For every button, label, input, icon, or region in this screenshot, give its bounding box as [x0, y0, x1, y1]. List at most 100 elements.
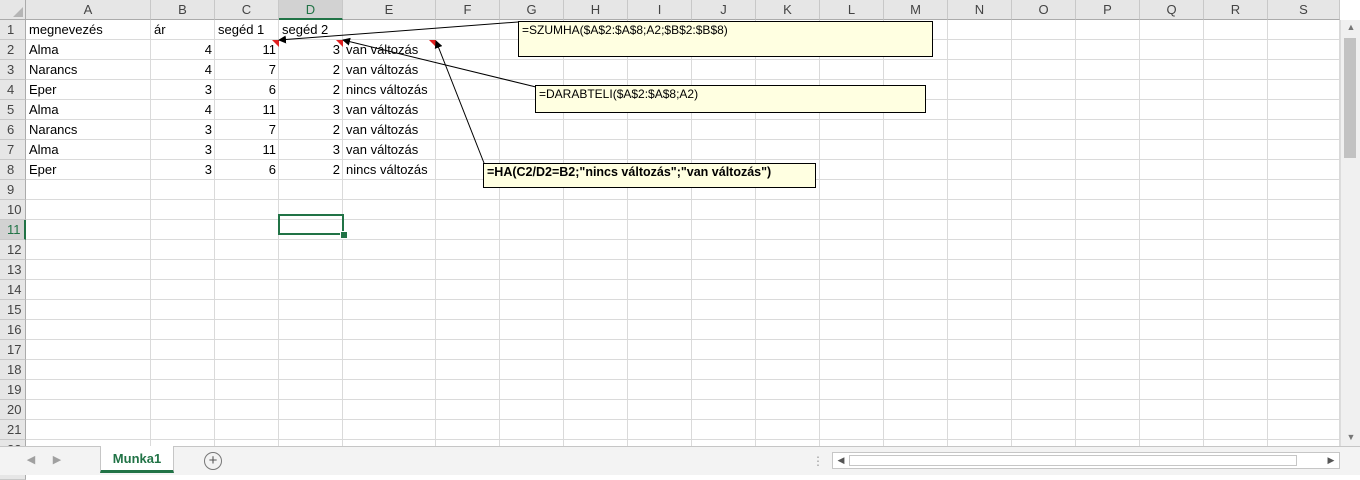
cell-C1[interactable]: segéd 1 [215, 20, 279, 40]
row-header-15[interactable]: 15 [0, 300, 26, 320]
row-header-5[interactable]: 5 [0, 100, 26, 120]
row-header-7[interactable]: 7 [0, 140, 26, 160]
cell-D8[interactable]: 2 [279, 160, 343, 180]
select-all-corner[interactable] [0, 0, 26, 20]
cell-D4[interactable]: 2 [279, 80, 343, 100]
active-cell-D11[interactable] [278, 214, 344, 235]
comment-e2[interactable]: =HA(C2/D2=B2;"nincs változás";"van válto… [483, 163, 816, 188]
row-header-10[interactable]: 10 [0, 200, 26, 220]
spreadsheet-grid[interactable]: ABCDEFGHIJKLMNOPQRS 1 2 3 4 5 6 7 8 9 10 11 12 13 14 1… [0, 0, 1360, 480]
horizontal-scrollbar[interactable]: ◀ ▶ [832, 452, 1340, 469]
row-header-6[interactable]: 6 [0, 120, 26, 140]
row-header-11[interactable]: 11 [0, 220, 26, 240]
scroll-down-arrow-icon[interactable]: ▼ [1341, 432, 1360, 442]
row-header-4[interactable]: 4 [0, 80, 26, 100]
cell-D2[interactable]: 3 [279, 40, 343, 60]
column-header-A[interactable]: A [26, 0, 151, 20]
column-header-K[interactable]: K [756, 0, 820, 20]
column-header-S[interactable]: S [1268, 0, 1340, 20]
prev-sheet-arrow-icon[interactable]: ◀ [22, 453, 40, 466]
row-header-8[interactable]: 8 [0, 160, 26, 180]
cell-A6[interactable]: Narancs [26, 120, 151, 140]
cell-D7[interactable]: 3 [279, 140, 343, 160]
cell-C5[interactable]: 11 [215, 100, 279, 120]
column-header-O[interactable]: O [1012, 0, 1076, 20]
cell-E3[interactable]: van változás [343, 60, 436, 80]
scroll-right-arrow-icon[interactable]: ▶ [1324, 453, 1338, 468]
cell-A7[interactable]: Alma [26, 140, 151, 160]
cell-A2[interactable]: Alma [26, 40, 151, 60]
column-header-L[interactable]: L [820, 0, 884, 20]
row-header-14[interactable]: 14 [0, 280, 26, 300]
fill-handle[interactable] [340, 231, 348, 239]
cell-D6[interactable]: 2 [279, 120, 343, 140]
horizontal-scroll-thumb[interactable] [849, 455, 1297, 466]
row-header-17[interactable]: 17 [0, 340, 26, 360]
row-header-18[interactable]: 18 [0, 360, 26, 380]
cell-C8[interactable]: 6 [215, 160, 279, 180]
comment-c2[interactable]: =SZUMHA($A$2:$A$8;A2;$B$2:$B$8) [518, 21, 933, 57]
add-sheet-plus-icon[interactable]: + [204, 452, 222, 470]
cell-C2[interactable]: 11 [215, 40, 279, 60]
cell-E7[interactable]: van változás [343, 140, 436, 160]
vertical-scroll-thumb[interactable] [1344, 38, 1356, 158]
cell-C6[interactable]: 7 [215, 120, 279, 140]
cell-C7[interactable]: 11 [215, 140, 279, 160]
column-header-H[interactable]: H [564, 0, 628, 20]
cell-B4[interactable]: 3 [151, 80, 215, 100]
cell-A1[interactable]: megnevezés [26, 20, 151, 40]
column-header-C[interactable]: C [215, 0, 279, 20]
column-header-J[interactable]: J [692, 0, 756, 20]
tab-splitter-icon[interactable]: ⋮ [812, 454, 825, 468]
column-header-Q[interactable]: Q [1140, 0, 1204, 20]
cell-A5[interactable]: Alma [26, 100, 151, 120]
cell-B2[interactable]: 4 [151, 40, 215, 60]
cell-E6[interactable]: van változás [343, 120, 436, 140]
cell-B7[interactable]: 3 [151, 140, 215, 160]
column-header-M[interactable]: M [884, 0, 948, 20]
row-header-16[interactable]: 16 [0, 320, 26, 340]
cell-B5[interactable]: 4 [151, 100, 215, 120]
cell-A3[interactable]: Narancs [26, 60, 151, 80]
cell-B1[interactable]: ár [151, 20, 215, 40]
column-header-F[interactable]: F [436, 0, 500, 20]
cell-A8[interactable]: Eper [26, 160, 151, 180]
cell-E8[interactable]: nincs változás [343, 160, 436, 180]
cell-E2[interactable]: van változás [343, 40, 436, 60]
sheet-tab-munka1[interactable]: Munka1 [100, 446, 174, 473]
cell-E4[interactable]: nincs változás [343, 80, 436, 100]
row-header-9[interactable]: 9 [0, 180, 26, 200]
row-header-20[interactable]: 20 [0, 400, 26, 420]
row-header-21[interactable]: 21 [0, 420, 26, 440]
comment-indicator-d2[interactable] [336, 40, 343, 47]
cell-D1[interactable]: segéd 2 [279, 20, 343, 40]
cell-B6[interactable]: 3 [151, 120, 215, 140]
vertical-scrollbar[interactable]: ▲ ▼ [1340, 20, 1360, 446]
cell-D5[interactable]: 3 [279, 100, 343, 120]
cell-B8[interactable]: 3 [151, 160, 215, 180]
comment-indicator-e2[interactable] [429, 40, 436, 47]
next-sheet-arrow-icon[interactable]: ▶ [48, 453, 66, 466]
column-header-B[interactable]: B [151, 0, 215, 20]
cell-A4[interactable]: Eper [26, 80, 151, 100]
column-header-N[interactable]: N [948, 0, 1012, 20]
row-header-19[interactable]: 19 [0, 380, 26, 400]
scroll-left-arrow-icon[interactable]: ◀ [834, 453, 848, 468]
cell-E5[interactable]: van változás [343, 100, 436, 120]
row-header-1[interactable]: 1 [0, 20, 26, 40]
row-header-13[interactable]: 13 [0, 260, 26, 280]
cell-C4[interactable]: 6 [215, 80, 279, 100]
cell-C3[interactable]: 7 [215, 60, 279, 80]
row-header-12[interactable]: 12 [0, 240, 26, 260]
row-header-2[interactable]: 2 [0, 40, 26, 60]
column-header-D[interactable]: D [279, 0, 343, 20]
row-header-3[interactable]: 3 [0, 60, 26, 80]
column-header-P[interactable]: P [1076, 0, 1140, 20]
column-header-E[interactable]: E [343, 0, 436, 20]
column-header-G[interactable]: G [500, 0, 564, 20]
comment-d2[interactable]: =DARABTELI($A$2:$A$8;A2) [535, 85, 926, 113]
scroll-up-arrow-icon[interactable]: ▲ [1341, 22, 1360, 32]
cell-B3[interactable]: 4 [151, 60, 215, 80]
comment-indicator-c2[interactable] [272, 40, 279, 47]
column-header-R[interactable]: R [1204, 0, 1268, 20]
